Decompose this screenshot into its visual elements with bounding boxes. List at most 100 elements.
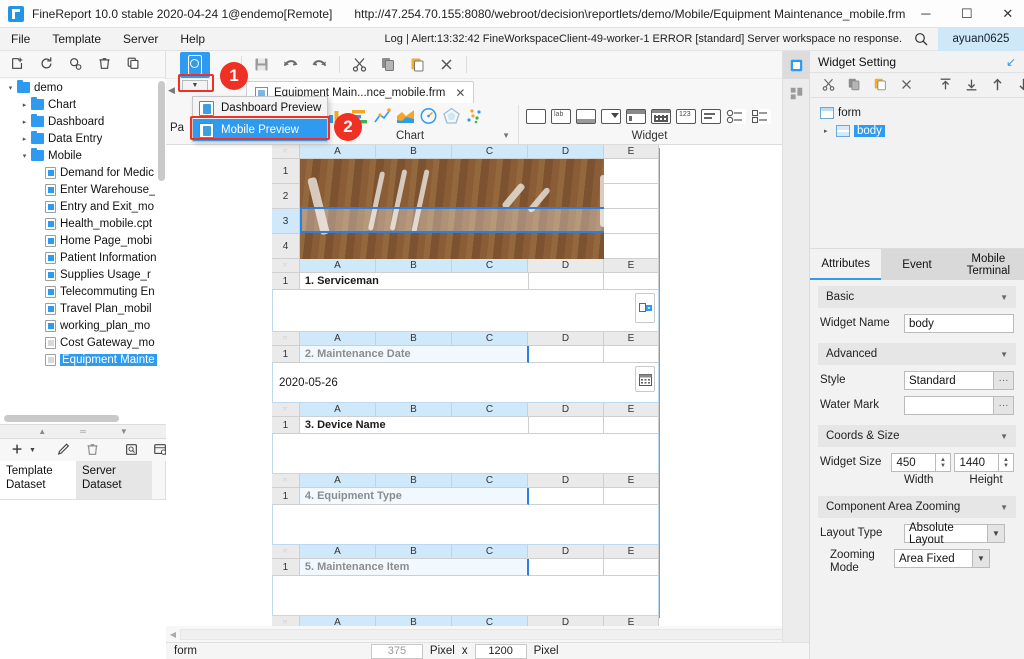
column-header-d[interactable]: D — [528, 616, 604, 626]
delete-icon[interactable] — [85, 442, 102, 459]
maintenance-item-block[interactable]: ⁙ABCDE15. Maintenance Item — [272, 545, 659, 616]
cut-icon[interactable] — [351, 56, 368, 73]
tab-attributes[interactable]: Attributes — [810, 249, 881, 280]
new-template-icon[interactable] — [10, 56, 27, 73]
watermark-input[interactable] — [904, 396, 994, 415]
column-header-a[interactable]: A — [300, 474, 376, 488]
paste-icon[interactable] — [873, 77, 890, 94]
tree-item[interactable]: ▸Data Entry — [0, 130, 166, 147]
column-header-b[interactable]: B — [376, 403, 452, 417]
panel-splitter[interactable]: ▲ ═ ▼ — [0, 424, 166, 439]
style-browse-button[interactable]: ··· — [994, 371, 1014, 390]
copy-icon[interactable] — [847, 77, 864, 94]
grid-corner-handle[interactable]: ⁙ — [272, 259, 300, 273]
zooming-mode-select[interactable]: Area Fixed — [894, 549, 973, 568]
tree-item[interactable]: Telecommuting En — [0, 283, 166, 300]
delete-icon[interactable] — [97, 56, 114, 73]
row-header[interactable]: 1 — [272, 488, 300, 505]
column-header-e[interactable]: E — [604, 259, 659, 273]
row-header[interactable]: 2 — [272, 184, 300, 209]
datepicker-widget-icon[interactable] — [626, 109, 646, 124]
menu-item-mobile-preview[interactable]: Mobile Preview — [193, 119, 327, 141]
tools-photo-image[interactable] — [300, 159, 604, 259]
column-header-c[interactable]: C — [452, 616, 528, 626]
section-component-area-zooming[interactable]: Component Area Zooming ▼ — [818, 496, 1016, 518]
tree-item[interactable]: ▾Mobile — [0, 147, 166, 164]
paste-icon[interactable] — [409, 56, 426, 73]
hscroll-track[interactable] — [180, 629, 795, 640]
grid-corner-handle[interactable]: ⁙ — [272, 332, 300, 346]
text-field-widget[interactable] — [272, 576, 659, 616]
mobile-preview-button[interactable] — [180, 52, 210, 78]
radar-chart-icon[interactable] — [442, 107, 461, 125]
button-widget-icon[interactable] — [701, 109, 721, 124]
text-field-widget[interactable] — [272, 505, 659, 545]
scatter-chart-icon[interactable] — [465, 107, 484, 125]
menu-item-template[interactable]: Template — [41, 28, 112, 51]
height-input[interactable]: 1440 — [954, 453, 999, 472]
calendar-widget-icon[interactable] — [651, 109, 671, 124]
tree-expander-icon[interactable]: ▾ — [18, 152, 31, 160]
redo-icon[interactable] — [311, 56, 328, 73]
tree-horizontal-scrollbar[interactable] — [4, 415, 119, 422]
column-header-c[interactable]: C — [452, 259, 528, 273]
chevron-down-icon[interactable]: ▼ — [988, 524, 1005, 543]
column-header-b[interactable]: B — [376, 616, 452, 626]
area-chart-icon[interactable] — [396, 107, 415, 125]
widget-name-input[interactable]: body — [904, 314, 1014, 333]
tree-item[interactable]: Supplies Usage_r — [0, 266, 166, 283]
grid-corner-handle[interactable]: ⁙ — [272, 616, 300, 626]
form-canvas[interactable]: ⁙ABCDE1234⁙ABCDE11. Serviceman⁙ABCDE12. … — [166, 145, 809, 626]
tree-item[interactable]: Equipment Mainte — [0, 351, 166, 368]
preview-dropdown-menu[interactable]: Dashboard PreviewMobile Preview — [192, 96, 328, 142]
column-header-e[interactable]: E — [604, 332, 659, 346]
grid-cell-a1[interactable]: 3. Device Name — [300, 417, 529, 434]
height-stepper[interactable]: 1440 ▲▼ — [954, 453, 1014, 472]
grid-cell-e3[interactable] — [604, 209, 659, 234]
serviceman-combobox-widget[interactable] — [272, 290, 659, 332]
column-header-d[interactable]: D — [528, 145, 604, 159]
column-header-a[interactable]: A — [300, 403, 376, 417]
row-header[interactable]: 4 — [272, 234, 300, 259]
tree-expander-icon[interactable]: ▸ — [18, 118, 31, 126]
column-header-b[interactable]: B — [376, 474, 452, 488]
move-up-icon[interactable] — [990, 77, 1007, 94]
widget-setting-strip-button[interactable] — [783, 51, 810, 79]
image-block[interactable]: ⁙ABCDE1234 — [272, 145, 659, 259]
grid-corner-handle[interactable]: ⁙ — [272, 403, 300, 417]
grid-cell-a1[interactable]: 2. Maintenance Date — [300, 346, 529, 363]
refresh-icon[interactable] — [39, 56, 56, 73]
minimize-button[interactable]: ─ — [905, 0, 946, 28]
grid-cell-e1[interactable] — [604, 488, 659, 505]
grid-cell-a1[interactable]: 5. Maintenance Item — [300, 559, 529, 576]
menu-item-help[interactable]: Help — [169, 28, 216, 51]
tree-item[interactable]: ▾demo — [0, 79, 166, 96]
chevron-down-icon[interactable]: ▼ — [502, 129, 510, 143]
tree-item[interactable]: Home Page_mobi — [0, 232, 166, 249]
column-header-d[interactable]: D — [528, 403, 604, 417]
tree-item[interactable]: Patient Information — [0, 249, 166, 266]
grid-corner-handle[interactable]: ⁙ — [272, 474, 300, 488]
delete-icon[interactable] — [899, 77, 916, 94]
tree-item[interactable]: Cost Gateway_mo — [0, 334, 166, 351]
tree-item[interactable]: Travel Plan_mobil — [0, 300, 166, 317]
tree-item[interactable]: Demand for Medic — [0, 164, 166, 181]
column-header-d[interactable]: D — [528, 259, 604, 273]
tree-expander-icon[interactable]: ▸ — [824, 127, 832, 135]
add-dropdown-icon[interactable]: ▼ — [29, 447, 36, 454]
chevron-down-icon[interactable]: ▼ — [973, 549, 990, 568]
grid-cell-e1[interactable] — [604, 159, 659, 184]
column-header-e[interactable]: E — [604, 474, 659, 488]
close-icon[interactable]: ✕ — [455, 86, 465, 100]
tree-expander-icon[interactable]: ▸ — [18, 101, 31, 109]
label-widget-icon[interactable]: lab — [551, 109, 571, 124]
column-header-c[interactable]: C — [452, 145, 528, 159]
text-widget-icon[interactable] — [526, 109, 546, 124]
layout-type-select[interactable]: Absolute Layout — [904, 524, 988, 543]
column-header-e[interactable]: E — [604, 616, 659, 626]
tree-item[interactable]: Entry and Exit_mo — [0, 198, 166, 215]
dataset-tab[interactable]: TemplateDataset — [0, 461, 76, 499]
collapse-panel-icon[interactable]: ↙ — [1006, 55, 1016, 69]
equipment-type-block[interactable]: ⁙ABCDE14. Equipment Type — [272, 474, 659, 545]
serviceman-block[interactable]: ⁙ABCDE11. Serviceman — [272, 259, 659, 332]
